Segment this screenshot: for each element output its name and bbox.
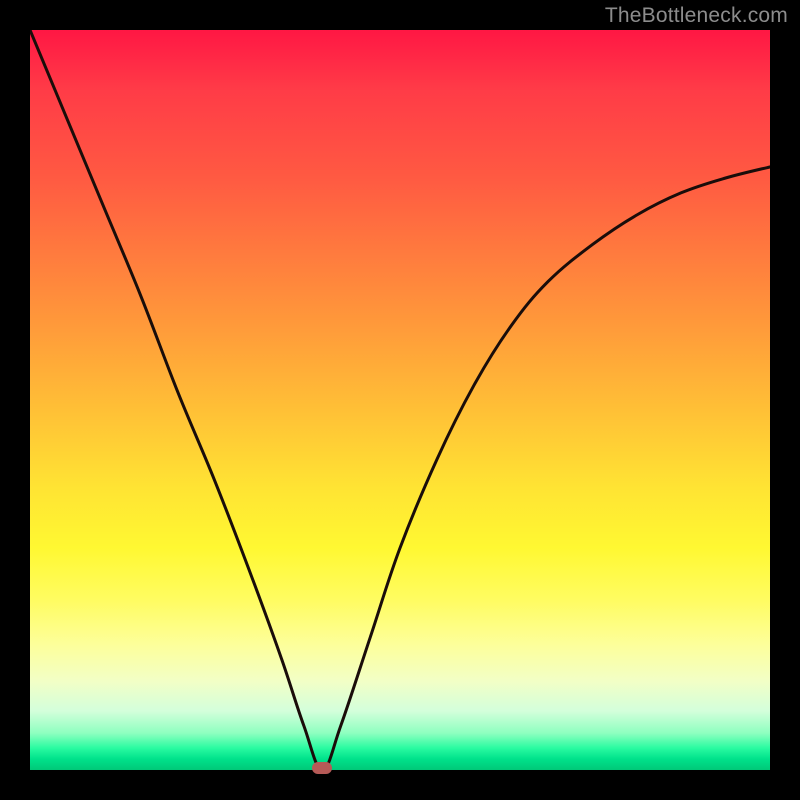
minimum-marker: [312, 762, 332, 774]
bottleneck-curve: [30, 30, 770, 770]
plot-area: [30, 30, 770, 770]
chart-frame: TheBottleneck.com: [0, 0, 800, 800]
watermark-text: TheBottleneck.com: [605, 4, 788, 28]
